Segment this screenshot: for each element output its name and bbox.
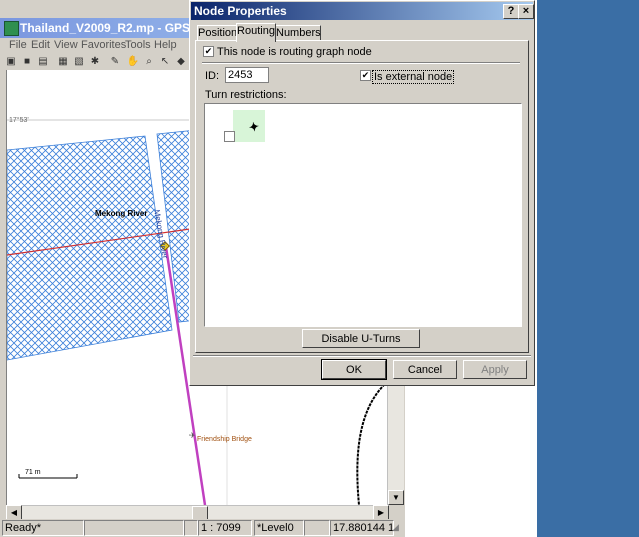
tab-routing[interactable]: Routing: [236, 23, 276, 42]
turn-restrictions-label: Turn restrictions:: [205, 89, 287, 101]
folder-icon[interactable]: ▤: [36, 55, 50, 68]
menu-view[interactable]: View: [54, 39, 78, 51]
scale-label: 71 m: [25, 469, 41, 476]
node-marker-icon: ✦: [247, 119, 261, 135]
tab-position[interactable]: Position: [197, 25, 237, 41]
grid-label: 17°53': [9, 117, 29, 124]
dialog-title: Node Properties: [194, 4, 287, 18]
external-node-label: Is external node: [372, 70, 455, 84]
node-icon[interactable]: ◆: [174, 55, 188, 68]
status-scale: 1 : 7099: [198, 520, 252, 536]
zoom-icon[interactable]: ⌕: [142, 55, 156, 68]
routing-graph-checkbox[interactable]: ✔: [203, 46, 214, 57]
status-pane-empty: [84, 520, 184, 536]
turn-restriction-checkbox[interactable]: [224, 131, 235, 142]
separator: [193, 355, 531, 357]
external-node-checkbox[interactable]: ✔: [360, 70, 371, 81]
tab-numbers[interactable]: Numbers: [275, 25, 321, 41]
select-icon[interactable]: ↖: [158, 55, 172, 68]
id-label: ID:: [205, 70, 220, 82]
edit-icon[interactable]: ✎: [108, 55, 122, 68]
menu-edit[interactable]: Edit: [31, 39, 50, 51]
separator: [202, 62, 520, 64]
tool-icon[interactable]: ✱: [88, 55, 102, 68]
scroll-right-icon[interactable]: ▶: [373, 505, 389, 520]
app-icon: [4, 21, 19, 36]
menu-tools[interactable]: Tools: [125, 39, 151, 51]
scroll-down-icon[interactable]: ▼: [388, 490, 404, 505]
status-pane-empty: [304, 520, 330, 536]
cancel-button[interactable]: Cancel: [393, 360, 457, 379]
open-icon[interactable]: ▣: [4, 55, 18, 68]
hand-icon[interactable]: ✋: [126, 55, 140, 68]
ok-button[interactable]: OK: [321, 359, 387, 380]
status-pane-empty: [184, 520, 198, 536]
menu-help[interactable]: Help: [154, 39, 177, 51]
save-icon[interactable]: ■: [20, 55, 34, 68]
status-ready: Ready*: [2, 520, 84, 536]
status-coords: 17.880144 102: [330, 520, 394, 536]
scroll-thumb[interactable]: [192, 506, 208, 520]
status-level: *Level0: [254, 520, 304, 536]
river-polygon[interactable]: [7, 135, 173, 361]
routing-graph-label: This node is routing graph node: [217, 46, 372, 58]
layers-icon[interactable]: ▧: [72, 55, 86, 68]
desktop-background: [537, 0, 639, 537]
id-field[interactable]: 2453: [225, 67, 269, 83]
properties-icon[interactable]: ▦: [56, 55, 70, 68]
close-button[interactable]: ×: [518, 4, 534, 19]
disable-uturns-button[interactable]: Disable U-Turns: [302, 329, 420, 348]
menu-file[interactable]: File: [9, 39, 27, 51]
river-label: Mekong River: [95, 209, 148, 218]
help-button[interactable]: ?: [503, 4, 519, 19]
scroll-left-icon[interactable]: ◀: [6, 505, 22, 520]
menu-favorites[interactable]: Favorites: [81, 39, 126, 51]
resize-grip-icon[interactable]: ◢: [392, 522, 399, 533]
apply-button[interactable]: Apply: [463, 360, 527, 379]
bridge-label: Friendship Bridge: [197, 436, 252, 443]
bridge-marker-icon: ✈: [189, 431, 196, 440]
